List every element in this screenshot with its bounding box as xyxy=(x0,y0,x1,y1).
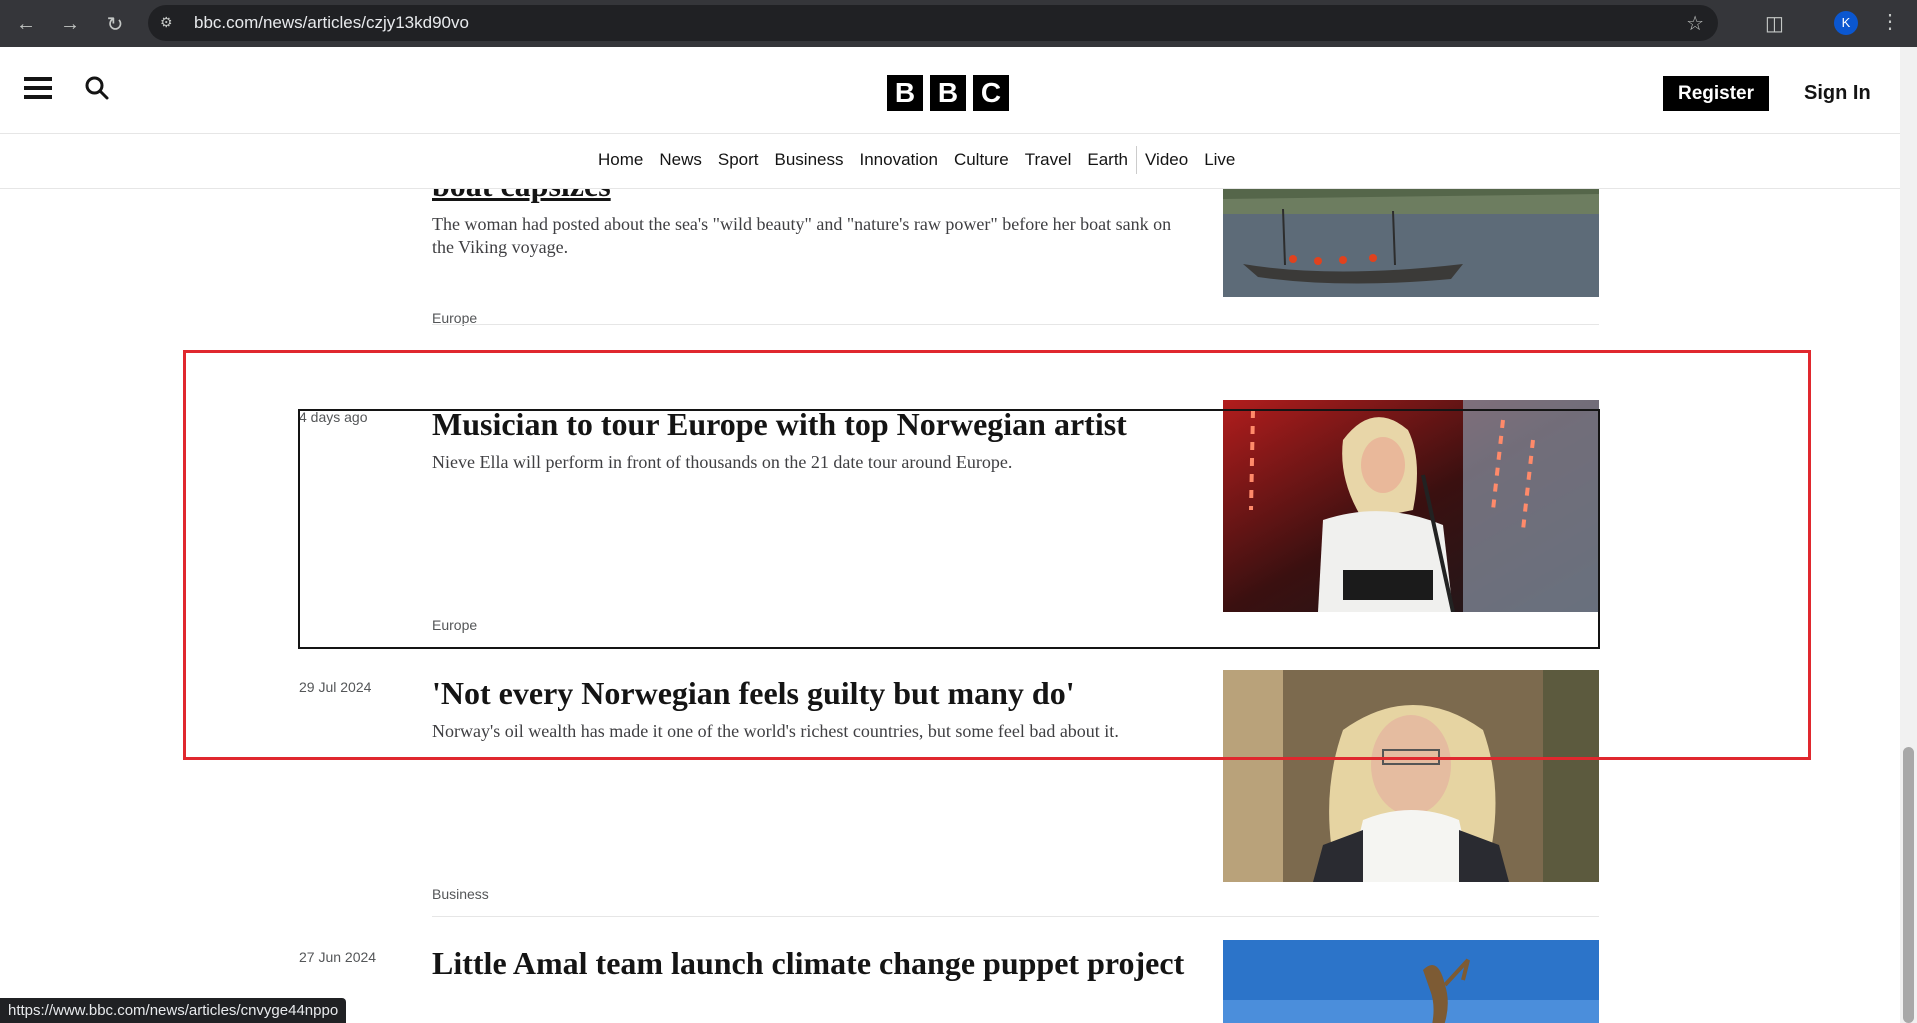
nav-culture[interactable]: Culture xyxy=(946,150,1017,174)
article-summary: Norway's oil wealth has made it one of t… xyxy=(432,721,1119,741)
focus-outline xyxy=(298,409,1600,649)
address-bar[interactable]: ⚙ bbc.com/news/articles/czjy13kd90vo ☆ xyxy=(148,5,1718,41)
logo-letter: B xyxy=(887,75,923,111)
page-scrollbar[interactable] xyxy=(1900,47,1917,1023)
nav-video[interactable]: Video xyxy=(1137,150,1196,174)
bbc-logo[interactable]: B B C xyxy=(887,75,1009,111)
hamburger-menu-icon[interactable] xyxy=(24,77,52,101)
nav-home[interactable]: Home xyxy=(590,150,651,174)
back-icon[interactable]: ← xyxy=(12,10,40,38)
article-headline[interactable]: 'Not every Norwegian feels guilty but ma… xyxy=(432,675,1192,711)
row-divider xyxy=(432,324,1599,325)
bookmark-star-icon[interactable]: ☆ xyxy=(1686,11,1704,36)
register-button[interactable]: Register xyxy=(1663,76,1769,111)
search-icon[interactable] xyxy=(84,75,110,101)
extensions-icon[interactable]: ◫ xyxy=(1765,11,1784,36)
logo-letter: B xyxy=(930,75,966,111)
article-date: 27 Jun 2024 xyxy=(299,949,377,965)
reload-icon[interactable]: ↻ xyxy=(101,10,129,38)
article-headline[interactable]: boat capsizes xyxy=(432,189,1192,203)
article-thumbnail[interactable] xyxy=(1223,940,1599,1023)
forward-icon[interactable]: → xyxy=(56,10,84,38)
nav-live[interactable]: Live xyxy=(1196,150,1243,174)
browser-toolbar: ← → ↻ ⚙ bbc.com/news/articles/czjy13kd90… xyxy=(0,0,1917,47)
article-thumbnail[interactable] xyxy=(1223,670,1599,882)
logo-letter: C xyxy=(973,75,1009,111)
site-header: B B C Register Sign In xyxy=(0,47,1900,134)
article-thumbnail[interactable] xyxy=(1223,189,1599,297)
browser-menu-icon[interactable]: ⋮ xyxy=(1880,9,1900,34)
sign-in-link[interactable]: Sign In xyxy=(1804,82,1871,105)
article-summary: The woman had posted about the sea's "wi… xyxy=(432,214,1172,257)
main-navigation: Home News Sport Business Innovation Cult… xyxy=(0,134,1900,189)
nav-travel[interactable]: Travel xyxy=(1017,150,1080,174)
profile-avatar[interactable]: K xyxy=(1834,11,1858,35)
row-divider xyxy=(432,916,1599,917)
address-bar-url[interactable]: bbc.com/news/articles/czjy13kd90vo xyxy=(194,13,469,33)
nav-earth[interactable]: Earth xyxy=(1079,150,1136,174)
article-tag[interactable]: Business xyxy=(432,886,489,902)
scrollbar-thumb[interactable] xyxy=(1903,747,1914,1023)
nav-business[interactable]: Business xyxy=(767,150,852,174)
nav-innovation[interactable]: Innovation xyxy=(852,150,946,174)
nav-news[interactable]: News xyxy=(651,150,710,174)
status-bar-link-preview: https://www.bbc.com/news/articles/cnvyge… xyxy=(0,998,347,1023)
site-info-icon[interactable]: ⚙ xyxy=(160,14,178,32)
article-date: 29 Jul 2024 xyxy=(299,679,372,695)
article-headline[interactable]: Little Amal team launch climate change p… xyxy=(432,945,1192,981)
nav-sport[interactable]: Sport xyxy=(710,150,767,174)
